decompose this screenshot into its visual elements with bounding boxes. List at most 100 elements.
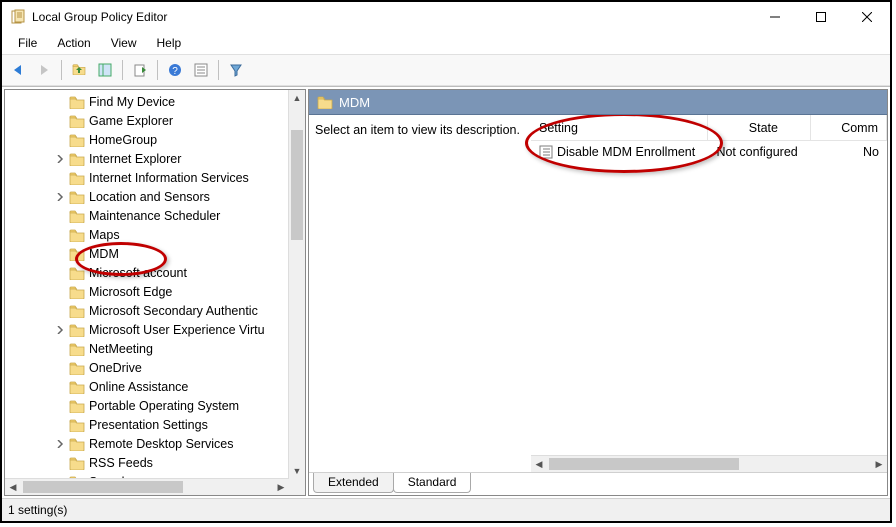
scroll-right-icon[interactable]: ▶ [871, 456, 887, 472]
scroll-thumb[interactable] [23, 481, 183, 493]
tree-item-label: Maps [89, 228, 120, 242]
tree-item-label: HomeGroup [89, 133, 157, 147]
tree-item-internet-information-services[interactable]: Internet Information Services [5, 168, 289, 187]
back-button[interactable] [6, 58, 30, 82]
tree-item-label: OneDrive [89, 361, 142, 375]
maximize-icon [816, 12, 826, 22]
scroll-up-icon[interactable]: ▲ [289, 90, 305, 106]
up-button[interactable] [67, 58, 91, 82]
forward-button[interactable] [32, 58, 56, 82]
tree-item-label: Microsoft account [89, 266, 187, 280]
minimize-button[interactable] [752, 2, 798, 32]
folder-icon [69, 285, 85, 299]
back-icon [11, 63, 25, 77]
tree-item-microsoft-secondary-authentic[interactable]: Microsoft Secondary Authentic [5, 301, 289, 320]
tree-item-label: Remote Desktop Services [89, 437, 234, 451]
tree-item-mdm[interactable]: MDM [5, 244, 289, 263]
tree-item-presentation-settings[interactable]: Presentation Settings [5, 415, 289, 434]
column-state[interactable]: State [708, 115, 811, 141]
chevron-right-icon[interactable] [53, 326, 67, 334]
tree-item-label: Game Explorer [89, 114, 173, 128]
tree-item-internet-explorer[interactable]: Internet Explorer [5, 149, 289, 168]
filter-button[interactable] [224, 58, 248, 82]
setting-name: Disable MDM Enrollment [557, 145, 695, 159]
scroll-thumb[interactable] [549, 458, 739, 470]
tree[interactable]: Find My Device Game Explorer HomeGroup Inte… [5, 90, 289, 479]
tree-item-label: Portable Operating System [89, 399, 239, 413]
tree-vertical-scrollbar[interactable]: ▲ ▼ [288, 90, 305, 479]
toolbar-separator [122, 60, 123, 80]
folder-icon [69, 456, 85, 470]
menu-help[interactable]: Help [149, 34, 190, 52]
show-hide-tree-button[interactable] [93, 58, 117, 82]
chevron-right-icon[interactable] [53, 440, 67, 448]
filter-icon [229, 63, 243, 77]
app-icon [10, 9, 26, 25]
tree-item-location-and-sensors[interactable]: Location and Sensors [5, 187, 289, 206]
tree-item-rss-feeds[interactable]: RSS Feeds [5, 453, 289, 472]
help-button[interactable]: ? [163, 58, 187, 82]
tree-item-portable-operating-system[interactable]: Portable Operating System [5, 396, 289, 415]
setting-state: Not configured [708, 145, 811, 159]
detail-tabs: Extended Standard [309, 472, 887, 495]
tab-standard[interactable]: Standard [393, 473, 472, 493]
tree-item-maintenance-scheduler[interactable]: Maintenance Scheduler [5, 206, 289, 225]
tree-item-online-assistance[interactable]: Online Assistance [5, 377, 289, 396]
tree-item-label: Internet Explorer [89, 152, 181, 166]
properties-button[interactable] [189, 58, 213, 82]
scroll-right-icon[interactable]: ▶ [273, 479, 289, 495]
tree-item-remote-desktop-services[interactable]: Remote Desktop Services [5, 434, 289, 453]
tree-item-game-explorer[interactable]: Game Explorer [5, 111, 289, 130]
column-setting[interactable]: Setting [531, 115, 708, 141]
tree-horizontal-scrollbar[interactable]: ◀ ▶ [5, 478, 289, 495]
folder-icon [69, 114, 85, 128]
folder-icon [69, 133, 85, 147]
tree-item-microsoft-user-experience-virtu[interactable]: Microsoft User Experience Virtu [5, 320, 289, 339]
maximize-button[interactable] [798, 2, 844, 32]
status-text: 1 setting(s) [8, 503, 67, 517]
setting-row[interactable]: Disable MDM Enrollment Not configuredNo [531, 141, 887, 163]
tree-item-label: Location and Sensors [89, 190, 210, 204]
menu-file[interactable]: File [10, 34, 45, 52]
tree-item-microsoft-edge[interactable]: Microsoft Edge [5, 282, 289, 301]
properties-icon [194, 63, 208, 77]
menu-view[interactable]: View [103, 34, 145, 52]
folder-icon [69, 323, 85, 337]
column-comment[interactable]: Comm [811, 115, 887, 141]
tree-item-find-my-device[interactable]: Find My Device [5, 92, 289, 111]
close-button[interactable] [844, 2, 890, 32]
scroll-corner [289, 479, 305, 495]
scroll-thumb[interactable] [291, 130, 303, 240]
toolbar: ? [2, 54, 890, 86]
tree-item-maps[interactable]: Maps [5, 225, 289, 244]
scroll-left-icon[interactable]: ◀ [531, 457, 547, 473]
main-area: Find My Device Game Explorer HomeGroup Inte… [2, 86, 890, 498]
detail-header-title: MDM [339, 95, 370, 110]
setting-comment: No [811, 145, 887, 159]
scroll-left-icon[interactable]: ◀ [5, 480, 21, 496]
export-button[interactable] [128, 58, 152, 82]
tree-item-microsoft-account[interactable]: Microsoft account [5, 263, 289, 282]
panes-icon [98, 63, 112, 77]
list-header: Setting State Comm [531, 115, 887, 141]
tab-extended[interactable]: Extended [313, 473, 394, 493]
chevron-right-icon[interactable] [53, 193, 67, 201]
tree-item-label: Microsoft User Experience Virtu [89, 323, 265, 337]
svg-text:?: ? [172, 66, 178, 77]
menu-action[interactable]: Action [49, 34, 98, 52]
chevron-right-icon[interactable] [53, 155, 67, 163]
tree-item-onedrive[interactable]: OneDrive [5, 358, 289, 377]
folder-icon [317, 95, 333, 109]
folder-up-icon [72, 63, 86, 77]
tree-item-label: Internet Information Services [89, 171, 249, 185]
export-icon [133, 63, 147, 77]
scroll-down-icon[interactable]: ▼ [289, 463, 305, 479]
statusbar: 1 setting(s) [2, 498, 890, 521]
menubar: File Action View Help [2, 32, 890, 54]
folder-icon [69, 171, 85, 185]
folder-icon [69, 209, 85, 223]
tree-item-netmeeting[interactable]: NetMeeting [5, 339, 289, 358]
list-horizontal-scrollbar[interactable]: ◀ ▶ [531, 455, 887, 472]
folder-icon [69, 342, 85, 356]
tree-item-homegroup[interactable]: HomeGroup [5, 130, 289, 149]
